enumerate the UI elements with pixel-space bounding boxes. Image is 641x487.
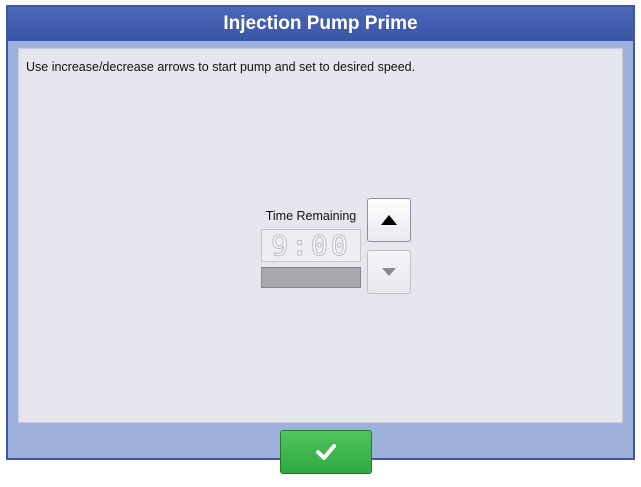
triangle-up-icon	[381, 215, 397, 225]
time-remaining-label: Time Remaining	[265, 209, 357, 223]
dialog-title: Injection Pump Prime	[8, 7, 633, 41]
time-remaining-display: 9:00	[261, 229, 361, 262]
decrease-speed-button[interactable]	[367, 250, 411, 294]
pump-progress-bar	[261, 267, 361, 288]
injection-pump-prime-dialog: Injection Pump Prime Use increase/decrea…	[6, 5, 635, 474]
instruction-text: Use increase/decrease arrows to start pu…	[26, 60, 416, 74]
ok-button[interactable]	[280, 430, 372, 474]
triangle-down-icon	[382, 268, 396, 276]
increase-speed-button[interactable]	[367, 198, 411, 242]
checkmark-icon	[316, 444, 336, 460]
content-panel: Use increase/decrease arrows to start pu…	[18, 48, 623, 423]
